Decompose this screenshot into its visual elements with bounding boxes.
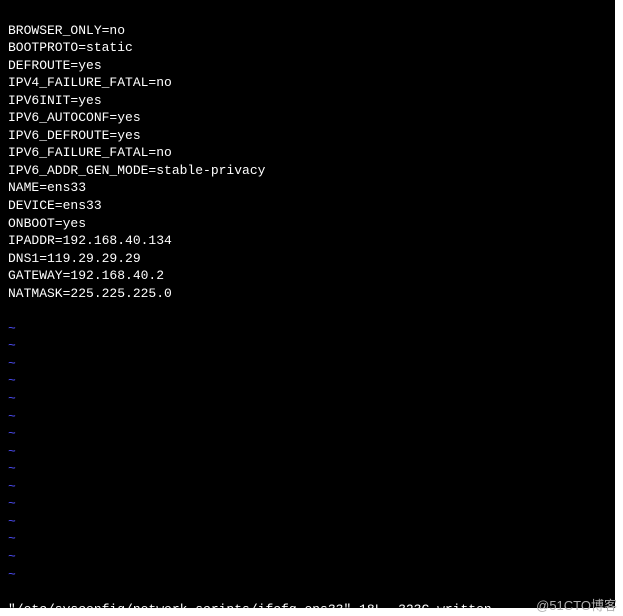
config-line: IPV6INIT=yes: [8, 92, 607, 110]
config-line: NAME=ens33: [8, 179, 607, 197]
vim-tilde-line: ~: [8, 337, 607, 355]
config-content: BROWSER_ONLY=noBOOTPROTO=staticDEFROUTE=…: [8, 22, 607, 303]
vim-tildes: ~~~~~~~~~~~~~~~: [8, 320, 607, 583]
vim-tilde-line: ~: [8, 478, 607, 496]
config-line: DNS1=119.29.29.29: [8, 250, 607, 268]
terminal-window[interactable]: BROWSER_ONLY=noBOOTPROTO=staticDEFROUTE=…: [0, 0, 615, 608]
vim-tilde-line: ~: [8, 372, 607, 390]
vim-tilde-line: ~: [8, 548, 607, 566]
config-line: ONBOOT=yes: [8, 215, 607, 233]
vim-tilde-line: ~: [8, 513, 607, 531]
vim-tilde-line: ~: [8, 425, 607, 443]
vim-tilde-line: ~: [8, 408, 607, 426]
config-line: DEVICE=ens33: [8, 197, 607, 215]
config-line: IPV6_FAILURE_FATAL=no: [8, 144, 607, 162]
config-line: BROWSER_ONLY=no: [8, 22, 607, 40]
vim-tilde-line: ~: [8, 460, 607, 478]
vim-tilde-line: ~: [8, 530, 607, 548]
config-line: IPV6_DEFROUTE=yes: [8, 127, 607, 145]
config-line: NATMASK=225.225.225.0: [8, 285, 607, 303]
vim-tilde-line: ~: [8, 320, 607, 338]
vim-tilde-line: ~: [8, 390, 607, 408]
vim-tilde-line: ~: [8, 355, 607, 373]
vim-status-line: "/etc/sysconfig/network-scripts/ifcfg-en…: [8, 601, 607, 608]
vim-tilde-line: ~: [8, 566, 607, 584]
config-line: DEFROUTE=yes: [8, 57, 607, 75]
watermark-text: @51CTO博客: [536, 595, 617, 614]
config-line: IPADDR=192.168.40.134: [8, 232, 607, 250]
config-line: IPV4_FAILURE_FATAL=no: [8, 74, 607, 92]
config-line: IPV6_AUTOCONF=yes: [8, 109, 607, 127]
config-line: GATEWAY=192.168.40.2: [8, 267, 607, 285]
vim-tilde-line: ~: [8, 495, 607, 513]
config-line: BOOTPROTO=static: [8, 39, 607, 57]
vim-tilde-line: ~: [8, 443, 607, 461]
config-line: IPV6_ADDR_GEN_MODE=stable-privacy: [8, 162, 607, 180]
